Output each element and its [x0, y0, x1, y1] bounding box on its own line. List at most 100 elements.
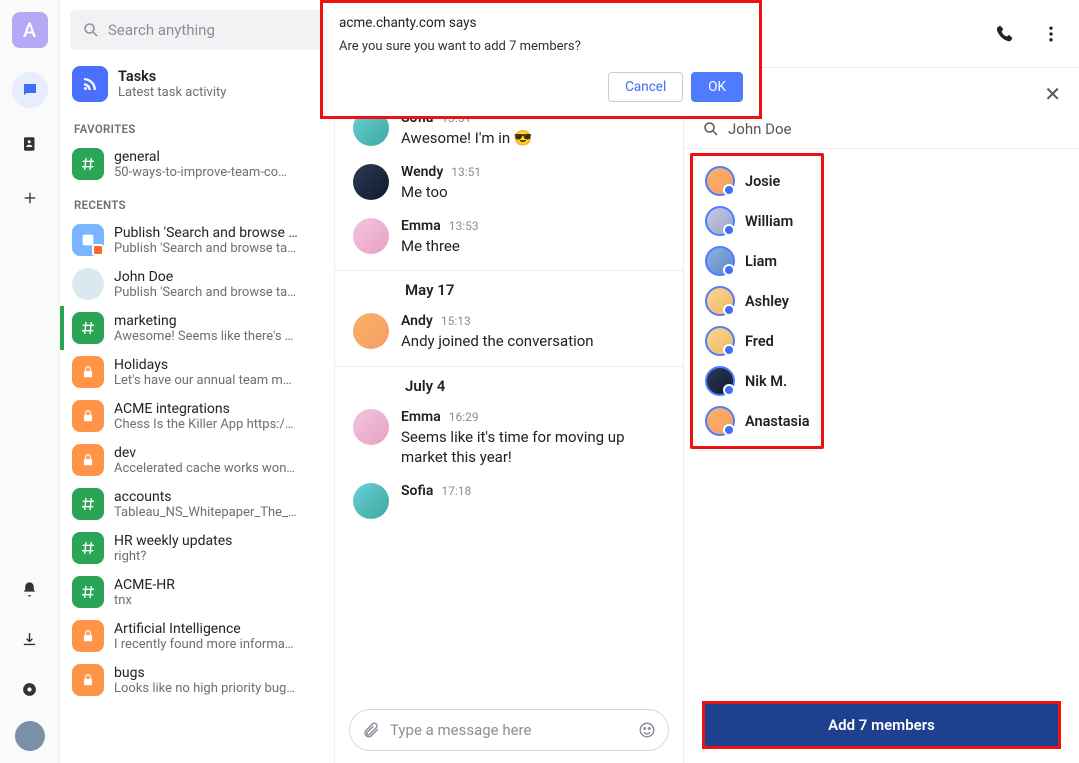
chat-message: Emma13:53Me three	[335, 210, 683, 264]
item-title: Publish 'Search and browse …	[114, 225, 322, 241]
item-subtitle: Tableau_NS_Whitepaper_The_…	[114, 505, 322, 520]
item-title: HR weekly updates	[114, 533, 322, 549]
member-name: William	[745, 213, 793, 230]
more-icon[interactable]	[1041, 24, 1061, 44]
channel-icon	[72, 488, 104, 520]
item-subtitle: Let's have our annual team m…	[114, 373, 322, 388]
chat-message: Sofia17:18	[335, 475, 683, 527]
channel-icon	[72, 532, 104, 564]
sender-name: Emma	[401, 218, 441, 234]
member-avatar	[705, 406, 735, 436]
lock-badge	[92, 244, 104, 256]
message-avatar	[353, 313, 389, 349]
member-search-value: John Doe	[728, 120, 791, 138]
avatar-icon	[72, 268, 104, 300]
sidebar: Search anything Tasks Latest task activi…	[60, 0, 335, 763]
member-item[interactable]: Nik M.	[703, 364, 811, 398]
member-avatar	[705, 166, 735, 196]
item-title: ACME integrations	[114, 401, 322, 417]
member-item[interactable]: Liam	[703, 244, 811, 278]
item-subtitle: Looks like no high priority bug…	[114, 681, 322, 696]
check-icon	[723, 424, 735, 436]
sidebar-item[interactable]: Publish 'Search and browse …Publish 'Sea…	[60, 218, 334, 262]
download-icon[interactable]	[12, 621, 48, 657]
sidebar-item[interactable]: HR weekly updatesright?	[60, 526, 334, 570]
member-name: Josie	[745, 173, 780, 190]
recents-header: RECENTS	[60, 186, 334, 218]
member-item[interactable]: William	[703, 204, 811, 238]
help-icon[interactable]	[12, 671, 48, 707]
message-time: 13:53	[449, 219, 479, 233]
message-body: Awesome! I'm in 😎	[401, 128, 665, 148]
item-subtitle: Awesome! Seems like there's …	[114, 329, 322, 344]
member-name: Fred	[745, 333, 774, 350]
contacts-icon[interactable]	[12, 126, 48, 162]
message-avatar	[353, 483, 389, 519]
member-avatar	[705, 326, 735, 356]
member-avatar	[705, 286, 735, 316]
message-time: 13:51	[451, 165, 481, 179]
cancel-button[interactable]: Cancel	[608, 72, 683, 102]
channel-icon	[72, 576, 104, 608]
tasks-item[interactable]: Tasks Latest task activity	[60, 58, 334, 110]
sidebar-item[interactable]: ACME integrationsChess Is the Killer App…	[60, 394, 334, 438]
sender-name: Andy	[401, 313, 433, 329]
ok-button[interactable]: OK	[691, 72, 743, 102]
item-title: dev	[114, 445, 322, 461]
check-icon	[723, 344, 735, 356]
add-members-highlight: Add 7 members	[702, 701, 1061, 749]
channel-icon	[72, 312, 104, 344]
favorites-header: FAVORITES	[60, 110, 334, 142]
message-avatar	[353, 218, 389, 254]
item-title: marketing	[114, 313, 322, 329]
sender-name: Wendy	[401, 164, 443, 180]
bell-icon[interactable]	[12, 571, 48, 607]
workspace-avatar[interactable]: A	[12, 12, 48, 48]
item-title: Artificial Intelligence	[114, 621, 322, 637]
member-item[interactable]: Ashley	[703, 284, 811, 318]
item-title: John Doe	[114, 269, 322, 285]
search-placeholder: Search anything	[108, 21, 215, 39]
sidebar-item[interactable]: accountsTableau_NS_Whitepaper_The_…	[60, 482, 334, 526]
close-icon[interactable]: ✕	[1044, 82, 1061, 106]
item-title: bugs	[114, 665, 322, 681]
check-icon	[723, 304, 735, 316]
member-avatar	[705, 206, 735, 236]
message-time: 15:13	[441, 314, 471, 328]
emoji-icon[interactable]	[638, 721, 656, 739]
channel-icon	[72, 400, 104, 432]
message-avatar	[353, 164, 389, 200]
member-name: Anastasia	[745, 413, 810, 430]
chat-message: Emma16:29Seems like it's time for moving…	[335, 401, 683, 476]
sidebar-item[interactable]: devAccelerated cache works won…	[60, 438, 334, 482]
messages-icon[interactable]	[12, 72, 48, 108]
add-members-button[interactable]: Add 7 members	[705, 704, 1058, 746]
member-item[interactable]: Fred	[703, 324, 811, 358]
sidebar-item[interactable]: John DoePublish 'Search and browse ta…	[60, 262, 334, 306]
sidebar-item[interactable]: ACME-HRtnx	[60, 570, 334, 614]
sidebar-item[interactable]: general50-ways-to-improve-team-co…	[60, 142, 334, 186]
check-icon	[723, 184, 735, 196]
sidebar-item[interactable]: bugsLooks like no high priority bug…	[60, 658, 334, 702]
user-avatar[interactable]	[15, 721, 45, 751]
rss-icon	[72, 66, 108, 102]
sidebar-item[interactable]: HolidaysLet's have our annual team m…	[60, 350, 334, 394]
message-time: 17:18	[441, 484, 471, 498]
message-body: Me too	[401, 182, 665, 202]
item-subtitle: Chess Is the Killer App https:/…	[114, 417, 322, 432]
item-title: ACME-HR	[114, 577, 322, 593]
add-icon[interactable]	[12, 180, 48, 216]
message-composer[interactable]: Type a message here	[349, 709, 669, 751]
member-item[interactable]: Anastasia	[703, 404, 811, 438]
phone-icon[interactable]	[995, 24, 1015, 44]
sidebar-item[interactable]: marketingAwesome! Seems like there's …	[60, 306, 334, 350]
channel-icon	[72, 444, 104, 476]
chat-message: Andy15:13Andy joined the conversation	[335, 305, 683, 359]
sidebar-item[interactable]: Artificial IntelligenceI recently found …	[60, 614, 334, 658]
item-subtitle: tnx	[114, 593, 322, 608]
channel-icon	[72, 356, 104, 388]
attachment-icon[interactable]	[362, 721, 380, 739]
check-icon	[723, 384, 735, 396]
member-item[interactable]: Josie	[703, 164, 811, 198]
search-input[interactable]: Search anything	[70, 10, 324, 50]
